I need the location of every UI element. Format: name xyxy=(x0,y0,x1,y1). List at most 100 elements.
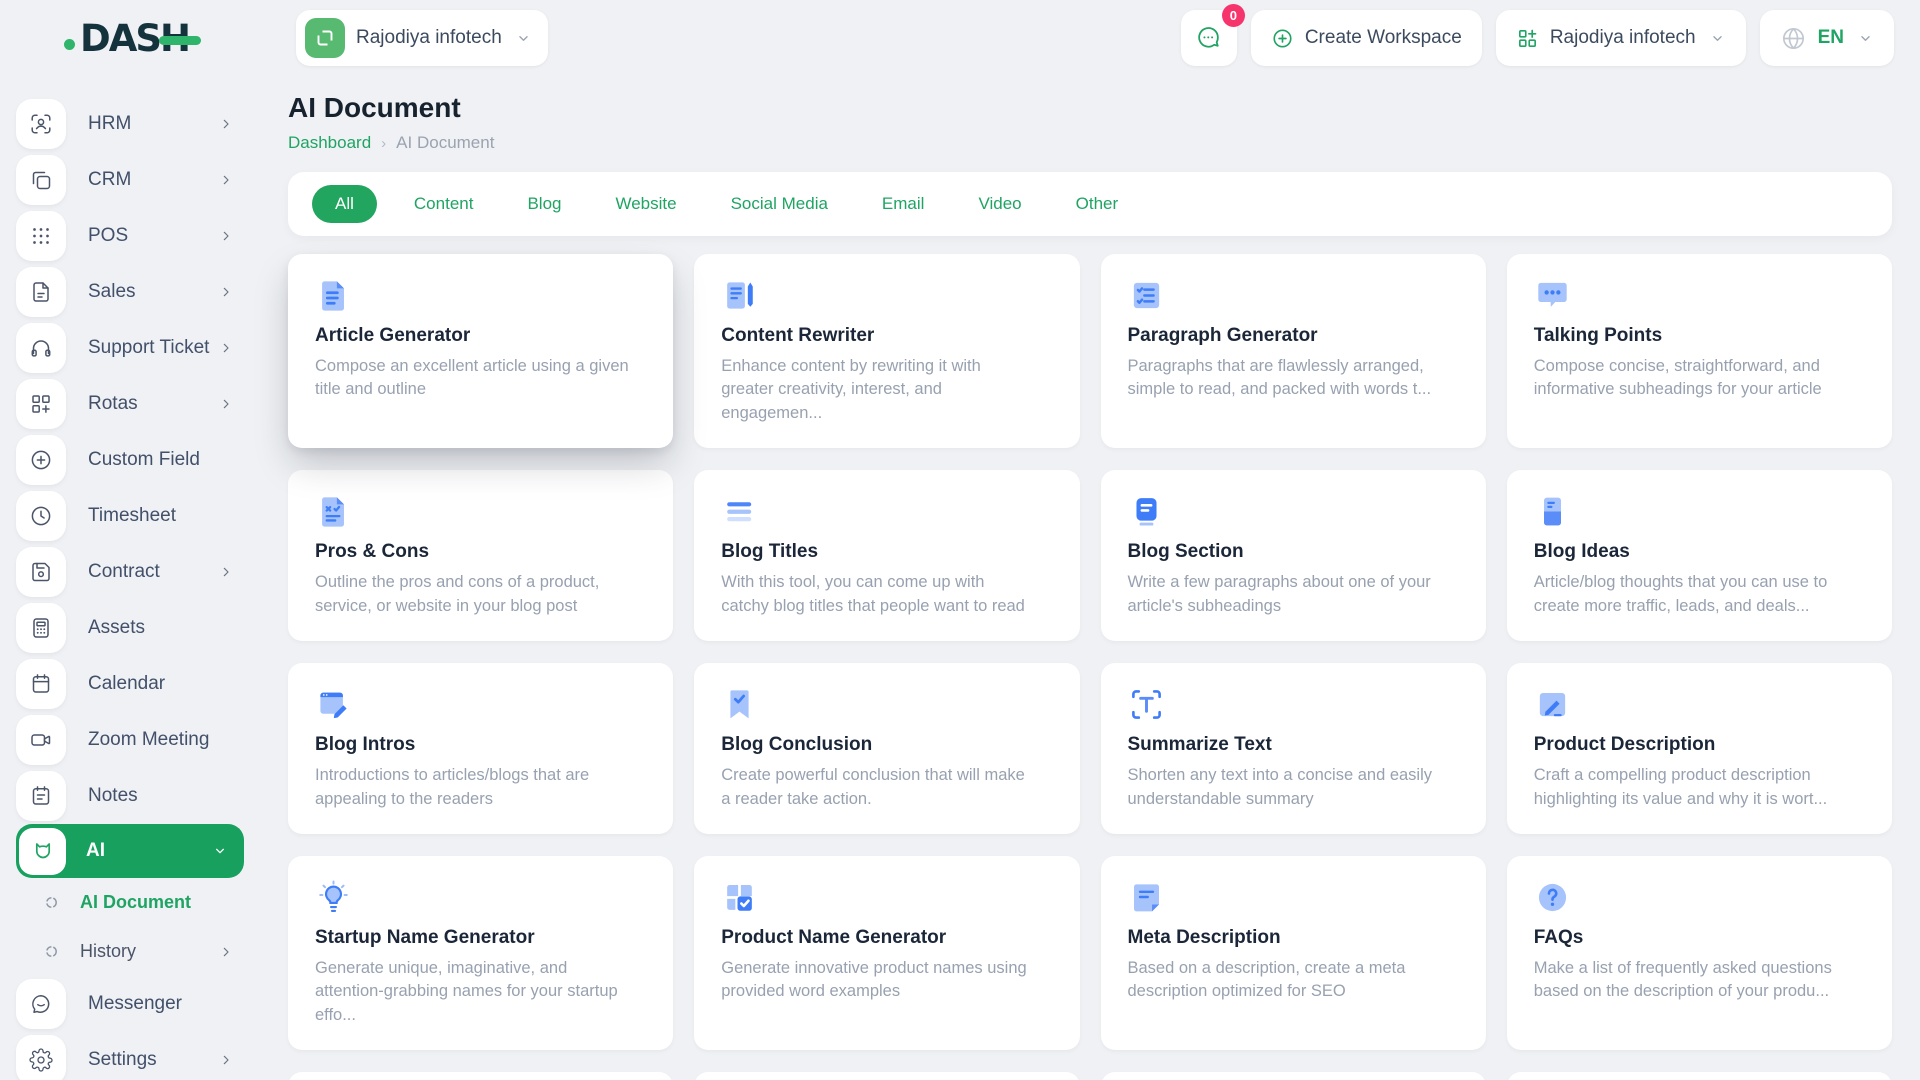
language-selector[interactable]: EN xyxy=(1759,10,1894,66)
tab-all[interactable]: All xyxy=(312,185,377,223)
breadcrumb-separator: › xyxy=(381,134,387,152)
breadcrumb-dashboard-link[interactable]: Dashboard xyxy=(288,133,371,153)
tab-blog[interactable]: Blog xyxy=(500,194,588,214)
sidebar-item-label: Calendar xyxy=(88,673,166,694)
sidebar-item-contract[interactable]: Contract xyxy=(16,544,258,600)
ai-tool-card-summarize-text[interactable]: Summarize Text Shorten any text into a c… xyxy=(1100,663,1486,834)
sidebar-item-rotas[interactable]: Rotas xyxy=(16,376,258,432)
book-icon xyxy=(1128,493,1165,530)
file-lines-icon xyxy=(315,277,352,314)
card-title: Blog Conclusion xyxy=(721,734,873,756)
company-name: Rajodiya infotech xyxy=(1549,27,1696,48)
ai-tool-card-product-name-generator[interactable]: Product Name Generator Generate innovati… xyxy=(694,855,1080,1051)
category-tabs: All Content Blog Website Social Media Email Vi… xyxy=(288,172,1892,236)
file-check-x-icon xyxy=(315,493,352,530)
ai-tool-card[interactable] xyxy=(288,1072,674,1080)
custom-field-icon xyxy=(16,435,66,485)
ai-tool-card-blog-titles[interactable]: Blog Titles With this tool, you can come… xyxy=(694,470,1080,642)
logo-dash-icon xyxy=(158,36,201,45)
top-header: DASH Rajodiya infotech 0 Create Workspac… xyxy=(0,0,1920,76)
company-selector[interactable]: Rajodiya infotech xyxy=(1495,10,1746,66)
chevron-right-icon xyxy=(218,284,234,300)
sidebar-item-notes[interactable]: Notes xyxy=(16,768,258,824)
tab-content[interactable]: Content xyxy=(387,194,501,214)
sidebar-item-hrm[interactable]: HRM xyxy=(16,96,258,152)
ai-tool-card-talking-points[interactable]: Talking Points Compose concise, straight… xyxy=(1506,254,1892,449)
sidebar-item-label: Assets xyxy=(88,617,146,638)
ai-tool-card[interactable] xyxy=(1506,1072,1892,1080)
sidebar: HRM CRM POS Sales Support Ticket Rotas C… xyxy=(0,76,258,1080)
sidebar-item-sales[interactable]: Sales xyxy=(16,264,258,320)
ai-tool-card[interactable] xyxy=(694,1072,1080,1080)
chevron-right-icon xyxy=(218,340,234,356)
ai-tool-card[interactable] xyxy=(1100,1072,1486,1080)
ai-tool-card-paragraph-generator[interactable]: Paragraph Generator Paragraphs that are … xyxy=(1100,254,1486,449)
ai-tool-card-blog-section[interactable]: Blog Section Write a few paragraphs abou… xyxy=(1100,470,1486,642)
tab-email[interactable]: Email xyxy=(855,194,952,214)
card-title: Blog Ideas xyxy=(1533,541,1630,563)
sidebar-item-crm[interactable]: CRM xyxy=(16,152,258,208)
card-description: Based on a description, create a meta de… xyxy=(1127,958,1406,1001)
sidebar-item-support-ticket[interactable]: Support Ticket xyxy=(16,320,258,376)
sidebar-item-zoom-meeting[interactable]: Zoom Meeting xyxy=(16,712,258,768)
tab-website[interactable]: Website xyxy=(588,194,703,214)
card-description: Generate unique, imaginative, and attent… xyxy=(315,958,618,1024)
chat-icon xyxy=(1195,25,1222,52)
create-workspace-button[interactable]: Create Workspace xyxy=(1250,10,1482,66)
ai-tool-card-blog-conclusion[interactable]: Blog Conclusion Create powerful conclusi… xyxy=(694,663,1080,834)
ai-tool-card-faqs[interactable]: FAQs Make a list of frequently asked que… xyxy=(1506,855,1892,1051)
main-layout: HRM CRM POS Sales Support Ticket Rotas C… xyxy=(0,76,1920,1080)
zoom-meeting-icon xyxy=(16,715,66,765)
chevron-right-icon xyxy=(218,944,234,960)
sidebar-item-ai-document[interactable]: AI Document xyxy=(16,878,258,927)
chevron-down-icon xyxy=(1857,30,1874,47)
card-title: Blog Titles xyxy=(721,541,819,563)
card-description: Generate innovative product names using … xyxy=(721,958,1027,1001)
card-description: Compose an excellent article using a giv… xyxy=(315,357,629,399)
ai-tool-card-article-generator[interactable]: Article Generator Compose an excellent a… xyxy=(288,254,674,449)
sidebar-item-label: Notes xyxy=(88,785,138,806)
sidebar-item-assets[interactable]: Assets xyxy=(16,600,258,656)
tab-video[interactable]: Video xyxy=(951,194,1048,214)
card-title: Talking Points xyxy=(1533,325,1663,346)
sidebar-item-timesheet[interactable]: Timesheet xyxy=(16,488,258,544)
workspace-selector[interactable]: Rajodiya infotech xyxy=(296,10,548,66)
assets-icon xyxy=(16,603,66,653)
chevron-right-icon xyxy=(218,228,234,244)
bookmark-check-icon xyxy=(721,686,758,723)
sidebar-item-label: Sales xyxy=(88,281,136,302)
ai-icon xyxy=(19,827,66,875)
sidebar-item-custom-field[interactable]: Custom Field xyxy=(16,432,258,488)
ai-tool-card-startup-name-generator[interactable]: Startup Name Generator Generate unique, … xyxy=(288,855,674,1051)
messages-button[interactable]: 0 xyxy=(1180,4,1245,66)
notes-icon xyxy=(16,771,66,821)
sidebar-item-calendar[interactable]: Calendar xyxy=(16,656,258,712)
ai-tool-card-blog-intros[interactable]: Blog Intros Introductions to articles/bl… xyxy=(288,663,674,834)
ai-tool-card-product-description[interactable]: Product Description Craft a compelling p… xyxy=(1506,663,1892,834)
breadcrumb: Dashboard › AI Document xyxy=(288,133,1892,153)
sidebar-item-settings[interactable]: Settings xyxy=(16,1032,258,1080)
ai-tool-card-blog-ideas[interactable]: Blog Ideas Article/blog thoughts that yo… xyxy=(1506,470,1892,642)
card-title: Content Rewriter xyxy=(721,325,875,346)
sidebar-item-label: History xyxy=(80,941,137,961)
ai-tool-card-pros-cons[interactable]: Pros & Cons Outline the pros and cons of… xyxy=(288,470,674,642)
ai-tool-card-meta-description[interactable]: Meta Description Based on a description,… xyxy=(1100,855,1486,1051)
chevron-down-icon xyxy=(515,30,532,47)
sidebar-item-pos[interactable]: POS xyxy=(16,208,258,264)
ai-tool-card-content-rewriter[interactable]: Content Rewriter Enhance content by rewr… xyxy=(694,254,1080,449)
tab-social-media[interactable]: Social Media xyxy=(704,194,855,214)
dash-logo[interactable]: DASH xyxy=(64,17,201,60)
sidebar-item-label: POS xyxy=(88,225,129,246)
create-workspace-label: Create Workspace xyxy=(1304,27,1462,48)
card-pencil-icon xyxy=(1534,686,1571,723)
tab-other[interactable]: Other xyxy=(1049,194,1146,214)
globe-icon xyxy=(1780,25,1807,52)
sidebar-item-label: HRM xyxy=(88,113,132,134)
contract-icon xyxy=(16,547,66,597)
card-description: Craft a compelling product description h… xyxy=(1533,766,1828,808)
sidebar-item-ai[interactable]: AI xyxy=(16,824,244,878)
card-title: Pros & Cons xyxy=(315,541,430,563)
logo-dot-icon xyxy=(64,38,75,50)
sidebar-item-messenger[interactable]: Messenger xyxy=(16,976,258,1032)
sidebar-item-history[interactable]: History xyxy=(16,927,258,976)
